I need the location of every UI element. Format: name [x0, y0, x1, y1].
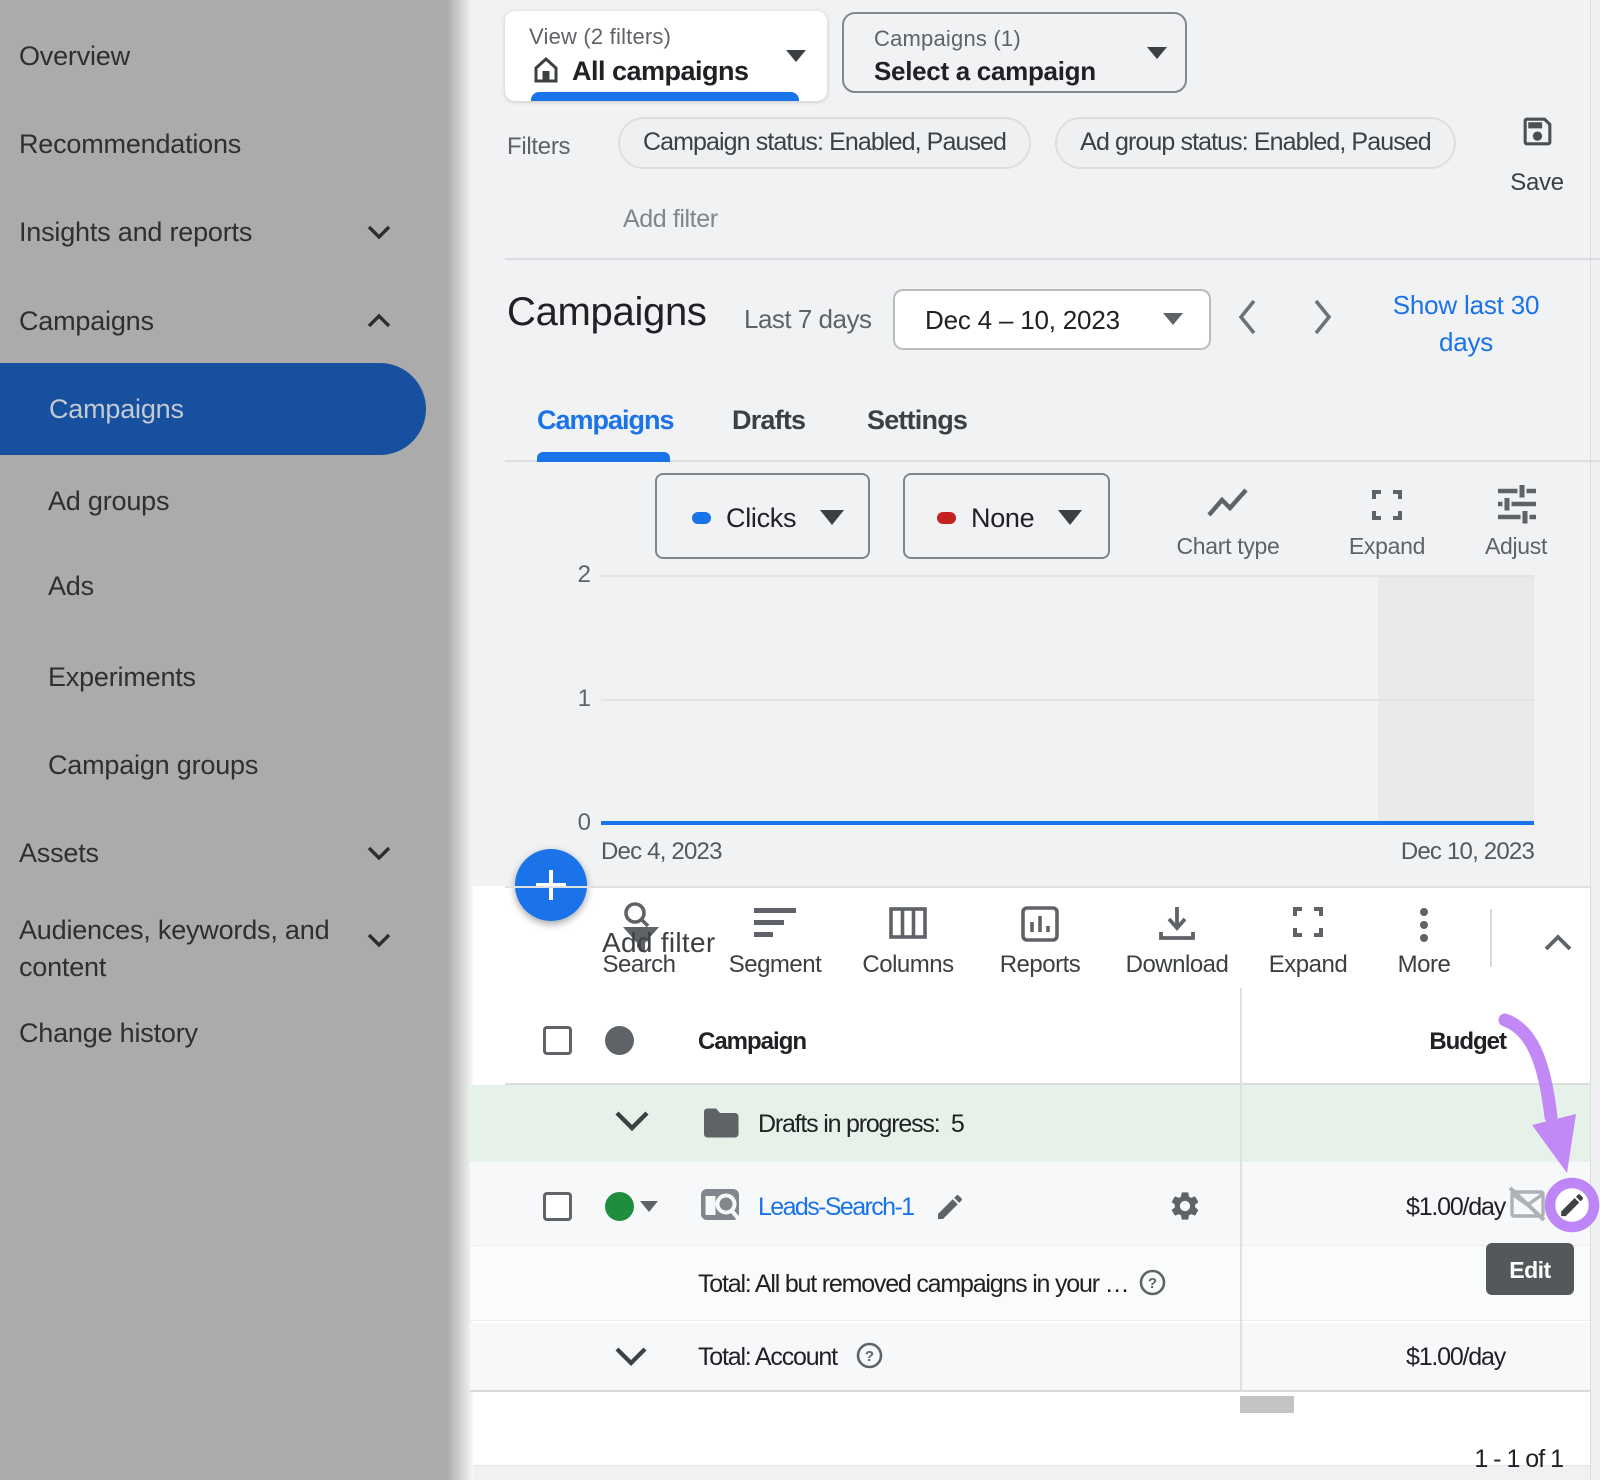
svg-text:?: ? — [865, 1348, 874, 1365]
svg-text:?: ? — [1148, 1275, 1157, 1292]
